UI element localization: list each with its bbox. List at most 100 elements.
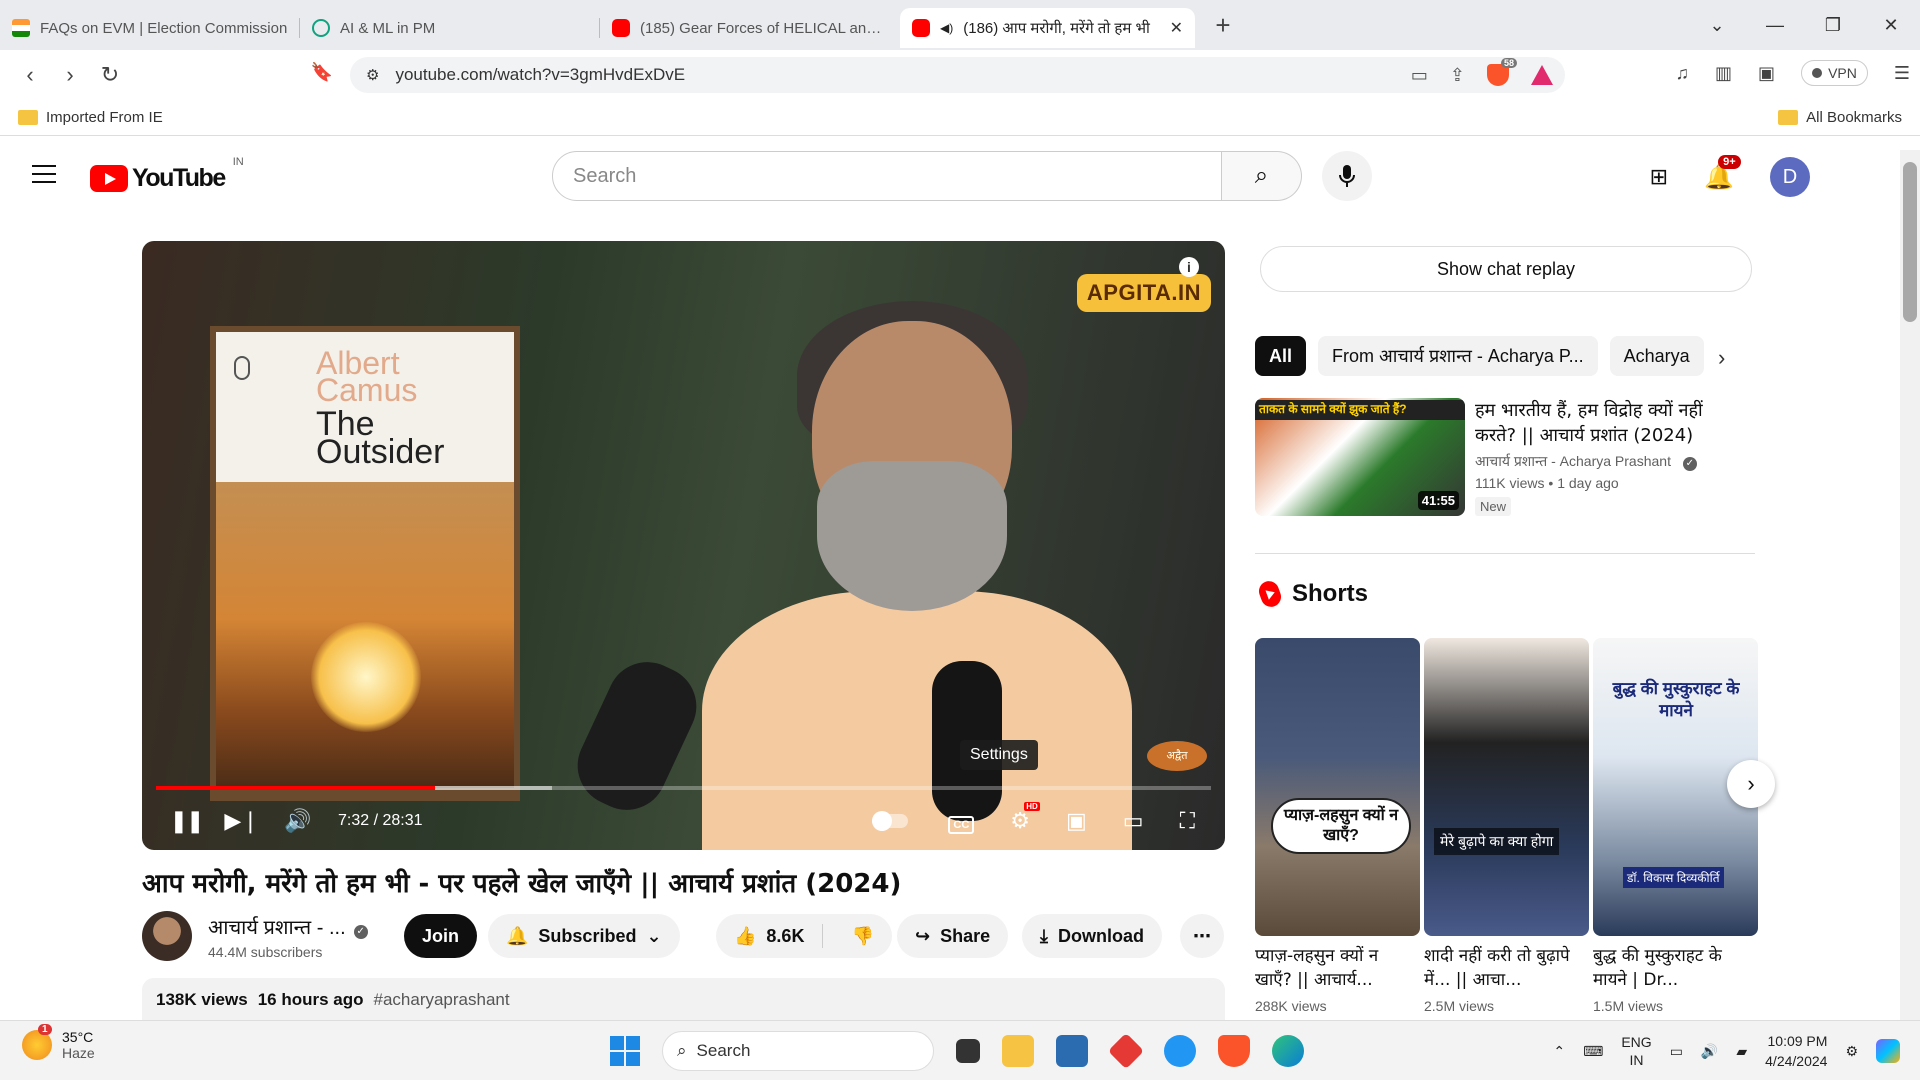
theater-mode-button[interactable]: ▭ xyxy=(1123,808,1144,834)
recommended-title[interactable]: हम भारतीय हैं, हम विद्रोह क्यों नहीं करत… xyxy=(1475,398,1745,448)
guide-menu-icon[interactable] xyxy=(32,165,56,189)
more-actions-button[interactable]: ⋯ xyxy=(1180,914,1224,958)
short-thumbnail[interactable]: मेरे बुढ़ापे का क्या होगा xyxy=(1424,638,1589,936)
show-chat-replay-button[interactable]: Show chat replay xyxy=(1260,246,1752,292)
search-button[interactable]: ⌕ xyxy=(1222,151,1302,201)
video-player[interactable]: Albert Camus The Outsider APGITA.IN i अद… xyxy=(142,241,1225,850)
chip-acharya[interactable]: Acharya xyxy=(1609,336,1704,376)
recommended-channel[interactable]: आचार्य प्रशान्त - Acharya Prashant xyxy=(1475,453,1671,469)
windows-start-icon[interactable] xyxy=(610,1036,640,1066)
channel-avatar[interactable] xyxy=(142,911,192,961)
share-button[interactable]: ↪ Share xyxy=(897,914,1009,958)
short-item[interactable]: मेरे बुढ़ापे का क्या होगा शादी नहीं करी … xyxy=(1424,638,1589,1014)
pause-button[interactable]: ❚❚ xyxy=(166,808,206,834)
close-tab-icon[interactable]: ✕ xyxy=(1170,18,1183,38)
forward-button[interactable]: › xyxy=(50,62,90,88)
create-video-icon[interactable]: ⊞ xyxy=(1650,164,1668,190)
share-icon[interactable]: ⇪ xyxy=(1450,65,1465,86)
copilot-icon[interactable] xyxy=(1876,1039,1900,1063)
subscribed-button[interactable]: 🔔 Subscribed ⌄ xyxy=(488,914,680,958)
miniplayer-button[interactable]: ▣ xyxy=(1066,808,1087,834)
volume-button[interactable]: 🔊 xyxy=(278,808,318,834)
menu-icon[interactable]: ☰ xyxy=(1894,63,1910,84)
dislike-button[interactable]: 👎 xyxy=(833,926,891,947)
volume-icon[interactable]: 🔊 xyxy=(1701,1043,1718,1060)
short-title[interactable]: बुद्ध की मुस्कुराहट के मायने | Dr... xyxy=(1593,944,1758,992)
scrollbar-thumb[interactable] xyxy=(1903,162,1917,322)
subtitles-button[interactable]: CC xyxy=(948,808,975,834)
shorts-next-button[interactable]: › xyxy=(1727,760,1775,808)
voice-search-button[interactable] xyxy=(1322,151,1372,201)
chip-from-channel[interactable]: From आचार्य प्रशान्त - Acharya P... xyxy=(1318,336,1598,376)
microsoft-store-icon[interactable] xyxy=(1056,1035,1088,1067)
autoplay-toggle[interactable] xyxy=(872,811,909,831)
hashtag-link[interactable]: #acharyaprashant xyxy=(374,990,510,1009)
minimize-button[interactable]: — xyxy=(1746,15,1804,36)
network-icon[interactable]: ▭ xyxy=(1670,1043,1683,1060)
chip-all[interactable]: All xyxy=(1255,336,1307,376)
info-icon[interactable]: i xyxy=(1179,257,1199,277)
app-icon[interactable] xyxy=(1107,1032,1145,1070)
notifications-button[interactable]: 🔔 9+ xyxy=(1704,154,1741,192)
file-explorer-icon[interactable] xyxy=(1002,1035,1034,1067)
recommended-video[interactable]: ताकत के सामने क्यों झुक जाते हैं? 41:55 … xyxy=(1255,398,1755,518)
join-button[interactable]: Join xyxy=(404,914,478,958)
keyboard-icon[interactable]: ⌨ xyxy=(1583,1043,1603,1060)
ie-icon[interactable] xyxy=(1164,1035,1196,1067)
youtube-logo[interactable]: YouTube IN xyxy=(90,156,244,193)
browser-tab[interactable]: AI & ML in PM xyxy=(300,8,600,48)
progress-bar[interactable] xyxy=(156,786,1211,790)
bookmark-folder-imported[interactable]: Imported From IE xyxy=(46,109,163,126)
account-avatar[interactable]: D xyxy=(1770,157,1810,197)
new-tab-button[interactable]: + xyxy=(1205,10,1241,41)
language-indicator[interactable]: ENG IN xyxy=(1621,1033,1651,1069)
speaker-icon[interactable]: ◀) xyxy=(940,21,953,35)
url-text[interactable]: youtube.com/watch?v=3gmHvdExDvE xyxy=(395,65,685,85)
channel-name[interactable]: आचार्य प्रशान्त - ... xyxy=(208,917,346,939)
tab-search-chevron-icon[interactable]: ⌄ xyxy=(1688,15,1746,36)
weather-widget[interactable]: 1 35°C Haze xyxy=(22,1024,95,1061)
bell-icon: 🔔 xyxy=(506,925,529,946)
short-title[interactable]: प्याज़-लहसुन क्यों न खाएँ? || आचार्य... xyxy=(1255,944,1420,992)
notifications-icon[interactable]: ⚙ xyxy=(1845,1043,1858,1060)
browser-tab-active[interactable]: ◀) (186) आप मरोगी, मरेंगे तो हम भी ✕ xyxy=(900,8,1195,48)
video-thumbnail[interactable]: ताकत के सामने क्यों झुक जाते हैं? 41:55 xyxy=(1255,398,1465,516)
settings-button[interactable]: ⚙ HD xyxy=(1010,802,1040,834)
restore-button[interactable]: ❐ xyxy=(1804,15,1862,36)
all-bookmarks[interactable]: All Bookmarks xyxy=(1760,109,1902,126)
wallet-icon[interactable]: ▣ xyxy=(1758,63,1775,84)
taskbar-search[interactable]: ⌕ Search xyxy=(662,1031,934,1071)
url-bar[interactable]: ⚙ youtube.com/watch?v=3gmHvdExDvE ▭ ⇪ 58 xyxy=(350,57,1565,93)
short-item[interactable]: बुद्ध की मुस्कुराहट के मायने डॉ. विकास द… xyxy=(1593,638,1758,1014)
sidebar-icon[interactable]: ▥ xyxy=(1715,63,1732,84)
browser-tab[interactable]: (185) Gear Forces of HELICAL and BE xyxy=(600,8,900,48)
back-button[interactable]: ‹ xyxy=(10,62,50,88)
site-settings-icon[interactable]: ⚙ xyxy=(366,66,379,84)
edge-icon[interactable] xyxy=(1272,1035,1304,1067)
brave-shields-icon[interactable]: 58 xyxy=(1487,58,1517,86)
browser-tab[interactable]: FAQs on EVM | Election Commission xyxy=(0,8,300,48)
vpn-button[interactable]: VPN xyxy=(1801,60,1868,86)
all-bookmarks-label[interactable]: All Bookmarks xyxy=(1806,109,1902,126)
search-input[interactable]: Search xyxy=(552,151,1222,201)
media-icon[interactable]: ♫ xyxy=(1676,63,1690,84)
fullscreen-button[interactable]: ⛶ xyxy=(1180,808,1195,834)
like-button[interactable]: 👍 8.6K xyxy=(716,924,824,948)
short-title[interactable]: शादी नहीं करी तो बुढ़ापे में... || आचा..… xyxy=(1424,944,1589,992)
task-view-icon[interactable] xyxy=(956,1039,980,1063)
brave-browser-icon[interactable] xyxy=(1218,1035,1250,1067)
short-item[interactable]: प्याज़-लहसुन क्यों न खाएँ? प्याज़-लहसुन … xyxy=(1255,638,1420,1014)
chips-next-chevron-icon[interactable]: › xyxy=(1718,345,1725,371)
battery-icon[interactable]: ▰ xyxy=(1736,1043,1747,1060)
close-window-button[interactable]: ✕ xyxy=(1862,15,1920,36)
page-scrollbar[interactable] xyxy=(1900,150,1920,1020)
show-hidden-icons-chevron-icon[interactable]: ⌃ xyxy=(1553,1043,1565,1060)
next-button[interactable]: ▶❘ xyxy=(222,808,262,834)
bookmark-icon[interactable]: 🔖 xyxy=(302,62,342,83)
download-button[interactable]: ⤓ Download xyxy=(1022,914,1162,958)
short-thumbnail[interactable]: प्याज़-लहसुन क्यों न खाएँ? xyxy=(1255,638,1420,936)
reload-button[interactable]: ↻ xyxy=(90,62,130,88)
cast-icon[interactable]: ▭ xyxy=(1411,65,1428,86)
brave-rewards-icon[interactable] xyxy=(1531,65,1553,85)
clock[interactable]: 10:09 PM 4/24/2024 xyxy=(1765,1031,1827,1071)
